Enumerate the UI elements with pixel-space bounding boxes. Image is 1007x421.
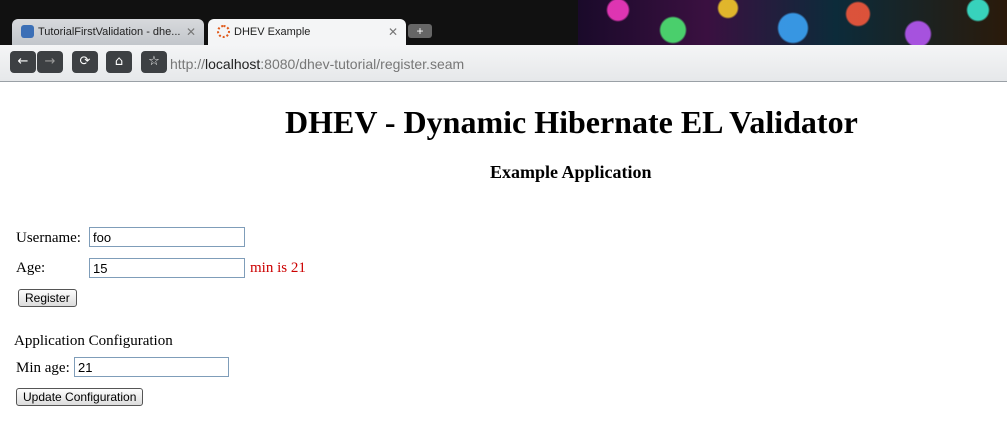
forward-button[interactable]: → [37, 51, 63, 73]
page-favicon-icon [21, 25, 34, 38]
register-button[interactable]: Register [18, 289, 77, 307]
age-field[interactable] [89, 258, 245, 278]
browser-tab-strip: TutorialFirstValidation - dhe... ✕ DHEV … [0, 0, 1007, 47]
tab-tutorial-first-validation[interactable]: TutorialFirstValidation - dhe... ✕ [12, 19, 204, 45]
min-age-label: Min age: [16, 360, 70, 376]
age-error-message: min is 21 [250, 260, 306, 276]
url-host: localhost [205, 56, 261, 72]
reload-button[interactable]: ⟳ [72, 51, 98, 73]
bookmark-star-icon[interactable]: ☆ [141, 51, 167, 73]
theme-decoration [578, 0, 1007, 47]
username-field[interactable] [89, 227, 245, 247]
min-age-field[interactable] [74, 357, 229, 377]
config-heading: Application Configuration [14, 333, 173, 349]
tab-dhev-example[interactable]: DHEV Example ✕ [208, 19, 406, 45]
age-label: Age: [16, 260, 46, 276]
home-button[interactable]: ⌂ [106, 51, 132, 73]
new-tab-button[interactable]: + [408, 24, 432, 38]
update-configuration-button[interactable]: Update Configuration [16, 388, 144, 406]
browser-toolbar: ← → ⟳ ⌂ ☆ http://localhost:8080/dhev-tut… [0, 45, 1007, 82]
loading-spinner-icon [217, 25, 230, 38]
tab-title: DHEV Example [234, 26, 311, 38]
tab-title: TutorialFirstValidation - dhe... [38, 26, 181, 38]
address-bar[interactable]: http://localhost:8080/dhev-tutorial/regi… [170, 53, 1007, 75]
page-title: DHEV - Dynamic Hibernate EL Validator [285, 104, 858, 140]
page-subtitle: Example Application [490, 162, 652, 182]
url-scheme: http:// [170, 56, 206, 72]
back-button[interactable]: ← [10, 51, 36, 73]
page-content: DHEV - Dynamic Hibernate EL Validator Ex… [0, 82, 1007, 421]
username-label: Username: [16, 230, 81, 246]
close-tab-icon[interactable]: ✕ [186, 19, 196, 45]
close-tab-icon[interactable]: ✕ [388, 19, 398, 45]
url-path: :8080/dhev-tutorial/register.seam [260, 56, 465, 72]
